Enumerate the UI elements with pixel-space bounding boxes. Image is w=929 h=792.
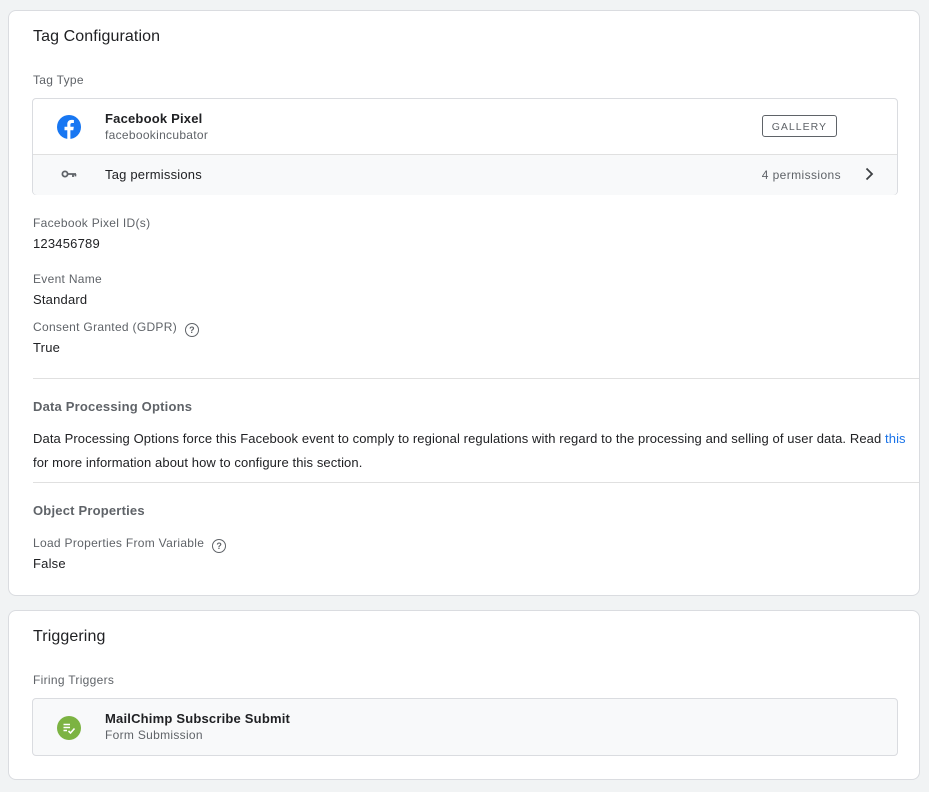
data-processing-text: Data Processing Options force this Faceb… bbox=[33, 431, 886, 446]
divider bbox=[33, 482, 919, 483]
divider bbox=[33, 378, 919, 379]
triggering-card: Triggering Firing Triggers MailChimp Sub… bbox=[8, 610, 920, 780]
tag-type-label: Tag Type bbox=[33, 73, 84, 87]
tag-permissions-label: Tag permissions bbox=[105, 167, 202, 182]
gallery-button[interactable]: GALLERY bbox=[761, 115, 837, 137]
tag-configuration-card: Tag Configuration Tag Type Facebook Pixe… bbox=[8, 10, 920, 596]
trigger-row[interactable]: MailChimp Subscribe Submit Form Submissi… bbox=[32, 698, 898, 756]
data-processing-description: Data Processing Options force this Faceb… bbox=[33, 427, 913, 475]
event-name-value: Standard bbox=[33, 292, 88, 307]
firing-triggers-label: Firing Triggers bbox=[33, 673, 115, 687]
trigger-name: MailChimp Subscribe Submit bbox=[105, 711, 291, 726]
pixel-id-value: 123456789 bbox=[33, 236, 100, 251]
help-icon[interactable]: ? bbox=[185, 323, 199, 337]
facebook-icon bbox=[57, 115, 81, 139]
event-name-label: Event Name bbox=[33, 272, 103, 286]
tag-type-box: Facebook Pixel facebookincubator GALLERY… bbox=[32, 98, 898, 195]
consent-value: True bbox=[33, 340, 61, 355]
load-properties-label: Load Properties From Variable bbox=[33, 536, 205, 550]
consent-label: Consent Granted (GDPR) bbox=[33, 320, 177, 334]
tag-type-name: Facebook Pixel bbox=[105, 111, 203, 126]
data-processing-text-end: for more information about how to config… bbox=[33, 455, 363, 470]
triggering-title: Triggering bbox=[33, 628, 106, 645]
chevron-right-icon[interactable] bbox=[861, 166, 877, 182]
tag-configuration-title: Tag Configuration bbox=[33, 28, 161, 45]
tag-type-publisher: facebookincubator bbox=[105, 128, 209, 142]
consent-label-wrap: Consent Granted (GDPR)? bbox=[33, 320, 199, 337]
trigger-type: Form Submission bbox=[105, 728, 203, 742]
permissions-count: 4 permissions bbox=[761, 168, 841, 182]
help-icon[interactable]: ? bbox=[212, 539, 227, 553]
key-icon bbox=[61, 170, 77, 178]
object-properties-heading: Object Properties bbox=[33, 503, 145, 518]
pixel-id-label: Facebook Pixel ID(s) bbox=[33, 216, 151, 230]
load-properties-label-wrap: Load Properties From Variable? bbox=[33, 536, 227, 553]
tag-type-row[interactable]: Facebook Pixel facebookincubator GALLERY bbox=[33, 99, 897, 154]
load-properties-value: False bbox=[33, 556, 66, 571]
data-processing-link[interactable]: this bbox=[885, 431, 906, 446]
form-submission-icon bbox=[57, 716, 81, 740]
data-processing-heading: Data Processing Options bbox=[33, 399, 193, 414]
tag-permissions-row[interactable]: Tag permissions 4 permissions bbox=[33, 154, 897, 195]
